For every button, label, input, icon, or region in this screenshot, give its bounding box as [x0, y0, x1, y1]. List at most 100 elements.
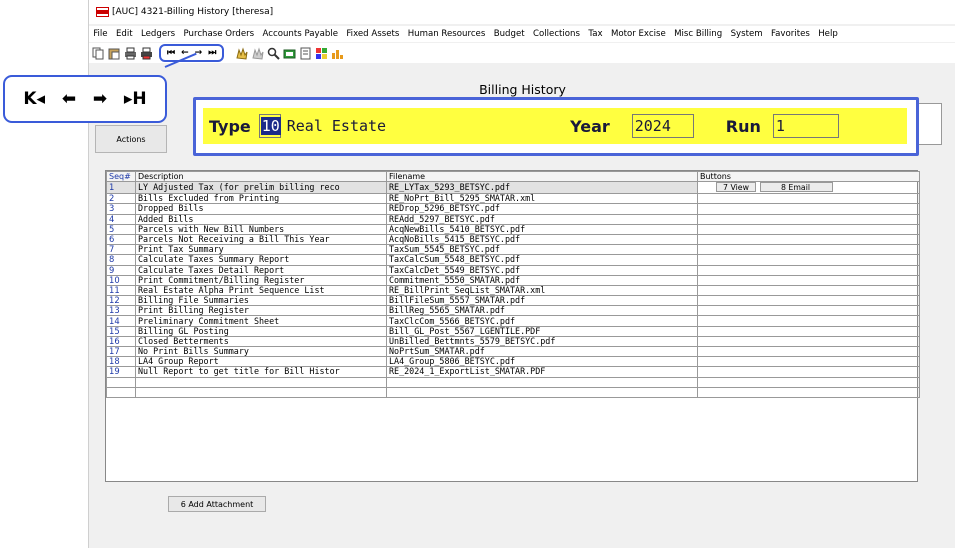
empty-cell[interactable]	[386, 386, 698, 398]
copy-icon[interactable]	[92, 47, 105, 60]
row-seq[interactable]: 15	[106, 325, 136, 337]
table-row[interactable]: 15 Billing GL Posting Bill_GL_Post_5567_LG…	[106, 325, 920, 337]
row-seq[interactable]: 6	[106, 233, 136, 246]
row-seq[interactable]: 4	[106, 213, 136, 225]
run-field[interactable]: 1	[772, 114, 839, 138]
row-description[interactable]: Billing GL Posting	[135, 325, 387, 337]
row-description[interactable]: Added Bills	[135, 213, 387, 225]
row-filename[interactable]: RE_NoPrt_Bill_5295_SMATAR.xml	[386, 193, 698, 205]
table-row[interactable]: 2 Bills Excluded from Printing RE_NoPrt_Bi…	[106, 193, 920, 205]
row-filename[interactable]: AcqNewBills_5410_BETSYC.pdf	[386, 223, 698, 235]
menu-accounts-payable[interactable]: Accounts Payable	[258, 29, 342, 39]
row-seq[interactable]: 7	[106, 244, 136, 256]
empty-cell[interactable]	[697, 376, 920, 388]
row-filename[interactable]: RE_2024_1_ExportList_SMATAR.PDF	[386, 366, 698, 378]
row-filename[interactable]: TaxCalcDet_5549_BETSYC.pdf	[386, 264, 698, 276]
type-code-field[interactable]: 10	[258, 114, 281, 138]
menu-human-resources[interactable]: Human Resources	[404, 29, 490, 39]
row-description[interactable]: LA4 Group Report	[135, 356, 387, 368]
document-edit-icon[interactable]	[299, 47, 312, 60]
col-header-description[interactable]: Description	[135, 170, 387, 183]
row-seq[interactable]: 14	[106, 315, 136, 327]
row-filename[interactable]: BillReg_5565_SMATAR.pdf	[386, 305, 698, 317]
row-description[interactable]: Print Tax Summary	[135, 244, 387, 256]
empty-cell[interactable]	[135, 386, 387, 398]
hand-icon[interactable]	[235, 46, 248, 60]
table-row[interactable]: 11 Real Estate Alpha Print Sequence List R…	[106, 284, 920, 297]
row-filename[interactable]: REAdd_5297_BETSYC.pdf	[386, 213, 698, 225]
table-row[interactable]: 1 LY Adjusted Tax (for prelim billing rec…	[106, 181, 920, 195]
add-attachment-button[interactable]: 6 Add Attachment	[168, 496, 266, 512]
row-seq[interactable]: 19	[106, 366, 136, 378]
table-row[interactable]: 6 Parcels Not Receiving a Bill This Year A…	[106, 233, 920, 246]
email-button[interactable]: 8 Email	[759, 182, 834, 193]
row-filename[interactable]: TaxSum_5545_BETSYC.pdf	[386, 244, 698, 256]
row-seq[interactable]: 5	[106, 223, 136, 235]
row-filename[interactable]: RE_BillPrint_SeqList_SMATAR.xml	[386, 284, 698, 297]
row-description[interactable]: Null Report to get title for Bill Histor	[135, 366, 387, 378]
row-seq[interactable]: 1	[106, 181, 136, 195]
table-row[interactable]: 13 Print Billing Register BillReg_5565_SMA…	[106, 305, 920, 317]
menu-edit[interactable]: Edit	[112, 29, 137, 39]
table-row[interactable]: 17 No Print Bills Summary NoPrtSum_SMATAR.…	[106, 345, 920, 358]
table-row[interactable]: 12 Billing File Summaries BillFileSum_5557…	[106, 295, 920, 307]
menu-system[interactable]: System	[726, 29, 766, 39]
row-filename[interactable]: REDrop_5296_BETSYC.pdf	[386, 203, 698, 215]
view-button[interactable]: 7 View	[716, 182, 756, 193]
menu-budget[interactable]: Budget	[490, 29, 529, 39]
menu-file[interactable]: File	[89, 29, 112, 39]
table-row[interactable]: 9 Calculate Taxes Detail Report TaxCalcDet…	[106, 264, 920, 276]
row-description[interactable]: Parcels Not Receiving a Bill This Year	[135, 233, 387, 246]
row-description[interactable]: Calculate Taxes Summary Report	[135, 254, 387, 266]
empty-cell[interactable]	[106, 386, 136, 398]
menu-motor-excise[interactable]: Motor Excise	[607, 29, 670, 39]
row-description[interactable]: No Print Bills Summary	[135, 345, 387, 358]
menu-favorites[interactable]: Favorites	[767, 29, 814, 39]
last-record-icon[interactable]: ⏭	[208, 48, 216, 58]
spreadsheet-icon[interactable]	[283, 47, 296, 60]
row-seq[interactable]: 8	[106, 254, 136, 266]
first-record-icon[interactable]: ⏮	[167, 48, 175, 58]
row-description[interactable]: Calculate Taxes Detail Report	[135, 264, 387, 276]
row-seq[interactable]: 13	[106, 305, 136, 317]
row-filename[interactable]: UnBilled_Bettmnts_5579_BETSYC.pdf	[386, 335, 698, 348]
empty-cell[interactable]	[697, 386, 920, 398]
row-seq[interactable]: 9	[106, 264, 136, 276]
row-seq[interactable]: 12	[106, 295, 136, 307]
empty-cell[interactable]	[386, 376, 698, 388]
row-description[interactable]: Real Estate Alpha Print Sequence List	[135, 284, 387, 297]
row-filename[interactable]: RE_LYTax_5293_BETSYC.pdf	[386, 181, 698, 195]
paste-icon[interactable]	[108, 47, 121, 60]
empty-cell[interactable]	[106, 376, 136, 388]
row-seq[interactable]: 11	[106, 284, 136, 297]
table-row[interactable]: 3 Dropped Bills REDrop_5296_BETSYC.pdf	[106, 203, 920, 215]
row-description[interactable]: LY Adjusted Tax (for prelim billing reco	[135, 181, 387, 195]
search-icon[interactable]	[267, 47, 281, 60]
row-description[interactable]: Dropped Bills	[135, 203, 387, 215]
table-row[interactable]: 7 Print Tax Summary TaxSum_5545_BETSYC.pdf	[106, 244, 920, 256]
table-row[interactable]: 10 Print Commitment/Billing Register Commi…	[106, 274, 920, 286]
menu-ledgers[interactable]: Ledgers	[137, 29, 180, 39]
row-filename[interactable]: TaxCalcSum_5548_BETSYC.pdf	[386, 254, 698, 266]
row-seq[interactable]: 2	[106, 193, 136, 205]
menu-fixed-assets[interactable]: Fixed Assets	[342, 29, 403, 39]
row-description[interactable]: Preliminary Commitment Sheet	[135, 315, 387, 327]
row-description[interactable]: Bills Excluded from Printing	[135, 193, 387, 205]
table-row[interactable]: 8 Calculate Taxes Summary Report TaxCalcSu…	[106, 254, 920, 266]
empty-row[interactable]	[106, 386, 920, 398]
row-filename[interactable]: Bill_GL_Post_5567_LGENTILE.PDF	[386, 325, 698, 337]
row-filename[interactable]: TaxClcCom_5566_BETSYC.pdf	[386, 315, 698, 327]
empty-cell[interactable]	[135, 376, 387, 388]
row-description[interactable]: Print Billing Register	[135, 305, 387, 317]
hand-disabled-icon[interactable]	[251, 46, 264, 60]
col-header-filename[interactable]: Filename	[386, 170, 698, 183]
actions-button[interactable]: Actions	[95, 125, 167, 153]
menu-help[interactable]: Help	[814, 29, 842, 39]
colors-icon[interactable]	[315, 47, 328, 60]
table-row[interactable]: 4 Added Bills REAdd_5297_BETSYC.pdf	[106, 213, 920, 225]
menu-collections[interactable]: Collections	[529, 29, 584, 39]
menu-purchase-orders[interactable]: Purchase Orders	[179, 29, 258, 39]
table-row[interactable]: 18 LA4 Group Report LA4_Group_5806_BETSYC.…	[106, 356, 920, 368]
row-description[interactable]: Closed Betterments	[135, 335, 387, 348]
col-header-seq[interactable]: Seq#	[106, 170, 136, 183]
